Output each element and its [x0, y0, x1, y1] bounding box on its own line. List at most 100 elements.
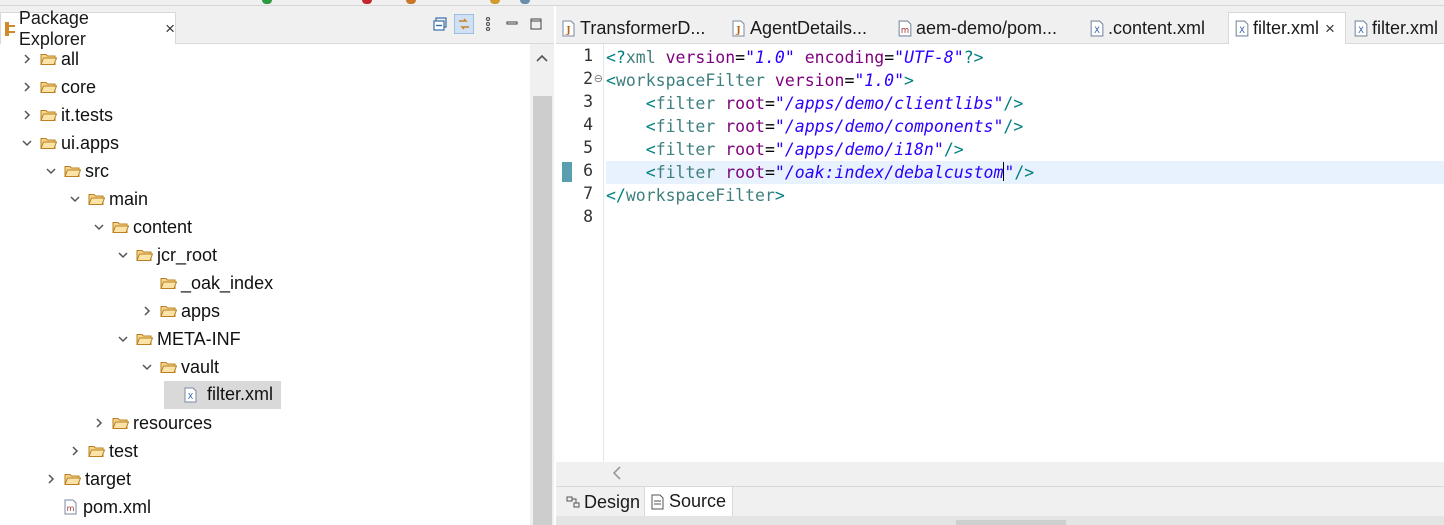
maximize-icon[interactable] — [526, 14, 546, 34]
tree-item-label: vault — [181, 356, 220, 377]
tree-item[interactable]: target — [44, 465, 131, 493]
chevron-right-icon[interactable] — [140, 304, 154, 318]
code-token: < — [606, 71, 616, 90]
scroll-up-icon[interactable] — [530, 54, 554, 70]
line-number: 3 — [583, 92, 593, 111]
tree-item-label: content — [133, 216, 193, 237]
tree-item[interactable]: ui.apps — [20, 129, 119, 157]
code-line[interactable]: <filter root="/apps/demo/clientlibs"/> — [606, 92, 1444, 115]
maven-pom-icon: m — [64, 499, 83, 515]
code-token: "/oak:index/debalcustom — [774, 163, 1004, 182]
svg-text:m: m — [901, 25, 909, 35]
code-area[interactable]: <?xml version="1.0" encoding="UTF-8"?> <w… — [606, 44, 1444, 462]
tab-source[interactable]: Source — [644, 487, 734, 517]
collapse-all-icon[interactable] — [430, 14, 450, 34]
editor-tab[interactable]: Xfilter.xml × — [1228, 12, 1346, 44]
explorer-scrollbar[interactable] — [530, 44, 554, 525]
package-explorer-icon — [5, 21, 15, 37]
line-number: 6 — [583, 161, 593, 180]
tree-item[interactable]: main — [68, 185, 148, 213]
tree-item[interactable]: jcr_root — [116, 241, 217, 269]
code-token: = — [764, 94, 775, 113]
tab-design[interactable]: Design — [560, 487, 646, 517]
close-icon[interactable]: × — [1325, 19, 1335, 39]
minimize-icon[interactable] — [502, 14, 522, 34]
chevron-down-icon[interactable] — [116, 248, 130, 262]
code-line[interactable]: <?xml version="1.0" encoding="UTF-8"?> — [606, 46, 1444, 69]
code-line[interactable]: </workspaceFilter> — [606, 184, 1444, 207]
line-number: 8 — [583, 207, 593, 226]
editor-tab[interactable]: m aem-demo/pom... — [892, 12, 1080, 44]
code-token: > — [774, 186, 785, 205]
tree-item-label: src — [85, 160, 109, 181]
code-token: ?> — [963, 48, 984, 67]
code-line[interactable]: <workspaceFilter version="1.0"> — [606, 69, 1444, 92]
svg-text:X: X — [188, 392, 194, 401]
code-line[interactable]: <filter root="/oak:index/debalcustom"/> — [606, 161, 1444, 184]
code-line[interactable]: <filter root="/apps/demo/components"/> — [606, 115, 1444, 138]
chevron-down-icon[interactable] — [140, 360, 154, 374]
tree-item[interactable]: Xfilter.xml — [164, 381, 282, 409]
tree-item-label: filter.xml — [203, 383, 278, 407]
tab-package-explorer[interactable]: Package Explorer × — [0, 8, 176, 49]
tree-item-label: it.tests — [61, 104, 114, 125]
scroll-left-icon[interactable] — [612, 466, 622, 483]
editor-tab[interactable]: J TransformerD... — [556, 12, 724, 44]
tree-item[interactable]: _oak_index — [140, 269, 273, 297]
tree-item[interactable]: content — [92, 213, 192, 241]
tree-item[interactable]: core — [20, 73, 96, 101]
code-token: = — [844, 71, 855, 90]
link-with-editor-icon[interactable] — [454, 14, 474, 34]
chevron-down-icon[interactable] — [92, 220, 106, 234]
chevron-right-icon[interactable] — [68, 444, 82, 458]
java-file-icon: J — [732, 20, 750, 37]
editor-tab[interactable]: Xfilter.xml — [1348, 12, 1444, 44]
chevron-down-icon[interactable] — [20, 136, 34, 150]
tree-item[interactable]: test — [68, 437, 138, 465]
tree-item[interactable]: m pom.xml — [44, 493, 151, 521]
close-icon[interactable]: × — [165, 19, 175, 39]
chevron-down-icon[interactable] — [44, 164, 58, 178]
tree-item-label: main — [109, 188, 149, 209]
code-token: < — [645, 94, 656, 113]
tree-item[interactable]: vault — [140, 353, 219, 381]
line-number: 2 — [583, 69, 593, 88]
folder-icon — [64, 472, 85, 486]
xml-file-icon: X — [1354, 20, 1372, 37]
tree-item[interactable]: resources — [92, 409, 212, 437]
view-menu-icon[interactable] — [478, 14, 498, 34]
editor-tab[interactable]: X .content.xml — [1084, 12, 1226, 44]
tree-item[interactable]: src — [44, 157, 109, 185]
code-token: "1.0" — [745, 48, 795, 67]
folder-icon — [64, 164, 85, 178]
java-file-icon: J — [562, 20, 580, 37]
fold-toggle-icon[interactable]: ⊖ — [594, 72, 603, 85]
tree-item[interactable]: apps — [140, 297, 220, 325]
code-token: /> — [1003, 117, 1024, 136]
chevron-right-icon[interactable] — [20, 108, 34, 122]
editor-tab[interactable]: J AgentDetails... — [726, 12, 890, 44]
scroll-thumb[interactable] — [533, 96, 552, 525]
page-tab-label: Source — [669, 491, 727, 511]
horizontal-scrollbar[interactable] — [556, 462, 1444, 486]
svg-text:X: X — [1094, 25, 1100, 35]
folder-icon — [112, 220, 133, 234]
code-line[interactable] — [606, 207, 1444, 230]
chevron-right-icon[interactable] — [20, 52, 34, 66]
folder-icon — [40, 80, 61, 94]
code-token: </ — [606, 186, 626, 205]
tree-item[interactable]: it.tests — [20, 101, 113, 129]
chevron-down-icon[interactable] — [68, 192, 82, 206]
tree-item[interactable]: all — [20, 45, 79, 73]
tree-item[interactable]: META-INF — [116, 325, 241, 353]
tree-item-label: all — [61, 48, 80, 69]
design-icon — [566, 494, 584, 510]
chevron-right-icon[interactable] — [44, 472, 58, 486]
code-line[interactable]: <filter root="/apps/demo/i18n"/> — [606, 138, 1444, 161]
chevron-right-icon[interactable] — [20, 80, 34, 94]
chevron-right-icon[interactable] — [92, 416, 106, 430]
chevron-down-icon[interactable] — [116, 332, 130, 346]
